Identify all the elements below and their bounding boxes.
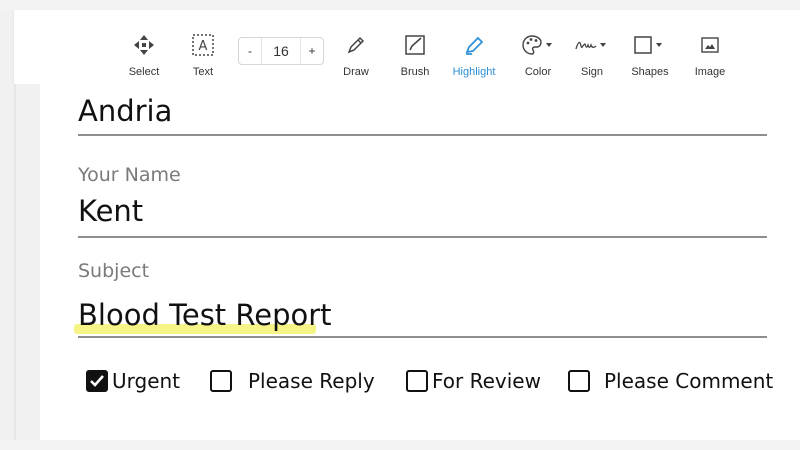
tool-label: Draw [343, 66, 369, 78]
svg-text:A: A [199, 39, 208, 54]
checkbox-box[interactable] [406, 370, 428, 392]
tool-sign[interactable]: Sign [572, 10, 612, 84]
tool-label: Shapes [631, 66, 669, 78]
tool-label: Brush [400, 66, 430, 78]
tool-brush[interactable]: Brush [395, 10, 435, 84]
checkbox-box[interactable] [568, 370, 590, 392]
field-underline [78, 236, 767, 238]
signature-icon [574, 30, 610, 60]
top-strip [0, 0, 800, 10]
your-name-value[interactable]: Kent [78, 194, 143, 228]
tool-image[interactable]: Image [690, 10, 730, 84]
tool-draw[interactable]: Draw [336, 10, 376, 84]
tool-label: Sign [580, 66, 604, 78]
tool-shapes[interactable]: Shapes [628, 10, 672, 84]
document-page: Andria Your Name Kent Subject Blood Test… [40, 84, 800, 440]
checkbox-label: Urgent [112, 369, 181, 393]
checkbox-please-reply[interactable]: Please Reply [210, 369, 375, 393]
pencil-icon [345, 30, 367, 60]
field-underline [78, 336, 767, 338]
tool-label: Select [128, 66, 160, 78]
font-size-value[interactable]: 16 [261, 38, 301, 64]
left-gutter [0, 84, 40, 440]
checkbox-label: For Review [432, 369, 541, 393]
brush-icon [403, 30, 427, 60]
checkbox-please-comment[interactable]: Please Comment [568, 369, 773, 393]
tool-color[interactable]: Color [518, 10, 558, 84]
font-size-decrement-button[interactable]: - [239, 44, 261, 58]
tool-label: Image [694, 66, 726, 78]
checkmark-icon [90, 375, 104, 387]
tool-text[interactable]: A Text [183, 10, 223, 84]
palette-icon [521, 30, 555, 60]
checkbox-box[interactable] [210, 370, 232, 392]
gutter-divider [14, 84, 16, 440]
tool-label: Highlight [452, 66, 496, 78]
tool-select[interactable]: Select [124, 10, 164, 84]
checkbox-box[interactable] [86, 370, 108, 392]
highlighter-icon [462, 30, 486, 60]
font-size-stepper[interactable]: - 16 + [238, 37, 324, 65]
checkbox-for-review[interactable]: For Review [406, 369, 541, 393]
move-arrows-icon [133, 30, 155, 60]
recipient-value[interactable]: Andria [78, 94, 172, 128]
your-name-label: Your Name [78, 164, 181, 186]
checkbox-label: Please Comment [604, 369, 774, 393]
font-size-increment-button[interactable]: + [301, 44, 323, 58]
tool-label: Color [524, 66, 552, 78]
text-box-icon: A [191, 30, 215, 60]
subject-value[interactable]: Blood Test Report [78, 298, 332, 332]
bottom-strip [0, 440, 800, 450]
checkbox-label: Please Reply [248, 369, 375, 393]
editor-toolbar: Select A Text - 16 + Draw Brush Highligh… [14, 10, 800, 85]
field-underline [78, 134, 767, 136]
subject-label: Subject [78, 260, 150, 282]
square-shape-icon [633, 30, 667, 60]
checkbox-urgent[interactable]: Urgent [86, 369, 180, 393]
tool-highlight[interactable]: Highlight [446, 10, 502, 84]
image-icon [699, 30, 721, 60]
tool-label: Text [192, 66, 214, 78]
